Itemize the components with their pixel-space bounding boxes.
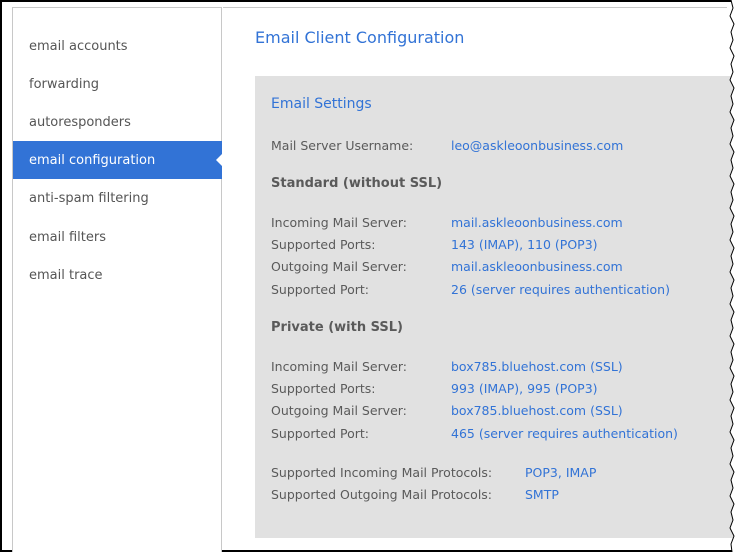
row-value: POP3, IMAP: [525, 465, 597, 480]
username-value: leo@askleoonbusiness.com: [451, 138, 624, 153]
row-value: mail.askleoonbusiness.com: [451, 215, 623, 230]
row-label: Supported Incoming Mail Protocols:: [271, 465, 493, 480]
email-settings-panel: Email Settings Mail Server Username: leo@…: [255, 76, 735, 538]
sidebar-item-label: forwarding: [29, 76, 99, 92]
row-value: box785.bluehost.com (SSL): [451, 403, 623, 418]
row-label: Outgoing Mail Server:: [271, 259, 407, 274]
standard-row: Outgoing Mail Server: mail.askleoonbusine…: [271, 259, 623, 274]
row-value: mail.askleoonbusiness.com: [451, 259, 623, 274]
sidebar-item-label: autoresponders: [29, 114, 131, 130]
sidebar-item-email-trace[interactable]: email trace: [13, 256, 222, 294]
sidebar-item-label: email trace: [29, 267, 103, 283]
active-indicator-notch: [216, 153, 223, 167]
username-label: Mail Server Username:: [271, 138, 414, 153]
page-title: Email Client Configuration: [255, 28, 465, 47]
panel-title: Email Settings: [271, 96, 372, 112]
sidebar-item-label: email filters: [29, 229, 106, 245]
row-label: Supported Ports:: [271, 237, 376, 252]
row-value: 465 (server requires authentication): [451, 426, 678, 441]
screenshot-frame: email accounts forwarding autoresponders…: [0, 0, 741, 552]
sidebar-item-email-filters[interactable]: email filters: [13, 218, 222, 256]
standard-row: Supported Ports: 143 (IMAP), 110 (POP3): [271, 237, 598, 252]
standard-heading: Standard (without SSL): [271, 176, 443, 191]
row-label: Incoming Mail Server:: [271, 215, 407, 230]
torn-edge: [729, 0, 741, 552]
row-value: 143 (IMAP), 110 (POP3): [451, 237, 598, 252]
username-row: Mail Server Username: leo@askleoonbusines…: [271, 138, 623, 153]
sidebar-item-anti-spam-filtering[interactable]: anti-spam filtering: [13, 179, 222, 217]
sidebar-item-label: anti-spam filtering: [29, 190, 149, 206]
main-content: Email Client Configuration Email Setting…: [223, 7, 735, 553]
private-row: Incoming Mail Server: box785.bluehost.com…: [271, 359, 623, 374]
sidebar-item-email-configuration[interactable]: email configuration: [13, 141, 223, 179]
private-row: Outgoing Mail Server: box785.bluehost.com…: [271, 403, 623, 418]
row-value: SMTP: [525, 487, 559, 502]
private-row: Supported Ports: 993 (IMAP), 995 (POP3): [271, 381, 598, 396]
protocol-row: Supported Outgoing Mail Protocols: SMTP: [271, 487, 559, 502]
private-row: Supported Port: 465 (server requires auth…: [271, 426, 678, 441]
sidebar-item-autoresponders[interactable]: autoresponders: [13, 103, 222, 141]
sidebar-item-label: email accounts: [29, 38, 128, 54]
row-label: Incoming Mail Server:: [271, 359, 407, 374]
row-label: Supported Port:: [271, 426, 370, 441]
row-label: Outgoing Mail Server:: [271, 403, 407, 418]
row-value: 993 (IMAP), 995 (POP3): [451, 381, 598, 396]
protocol-row: Supported Incoming Mail Protocols: POP3, …: [271, 465, 596, 480]
sidebar-item-email-accounts[interactable]: email accounts: [13, 27, 222, 65]
standard-row: Incoming Mail Server: mail.askleoonbusine…: [271, 215, 623, 230]
row-label: Supported Port:: [271, 282, 370, 297]
sidebar-item-forwarding[interactable]: forwarding: [13, 65, 222, 103]
sidebar: email accounts forwarding autoresponders…: [12, 7, 223, 552]
private-heading: Private (with SSL): [271, 320, 403, 335]
row-value: 26 (server requires authentication): [451, 282, 670, 297]
row-label: Supported Ports:: [271, 381, 376, 396]
row-label: Supported Outgoing Mail Protocols:: [271, 487, 493, 502]
row-value: box785.bluehost.com (SSL): [451, 359, 623, 374]
standard-row: Supported Port: 26 (server requires authe…: [271, 282, 670, 297]
sidebar-item-label: email configuration: [29, 152, 156, 168]
